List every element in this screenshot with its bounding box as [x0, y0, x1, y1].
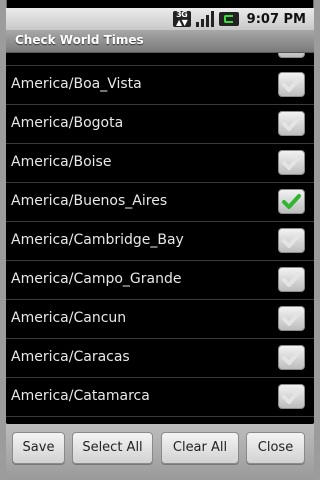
timezone-list[interactable]: America/Boa_Vista America/Bogota America… [6, 53, 314, 423]
clear-all-button[interactable]: Clear All [161, 432, 239, 464]
close-button[interactable]: Close [246, 432, 305, 464]
list-item-label: America/Cambridge_Bay [11, 232, 184, 248]
app-title: Check World Times [15, 33, 144, 47]
checkbox[interactable] [278, 150, 305, 175]
status-icons: 3G ▲▼ 9:07 PM [172, 10, 306, 28]
checkmark-icon [282, 311, 301, 326]
checkmark-icon [282, 350, 301, 365]
checkbox[interactable] [278, 345, 305, 370]
checkbox[interactable] [278, 111, 305, 136]
checkmark-icon [282, 155, 301, 170]
list-item-label: America/Bogota [11, 115, 124, 131]
device-frame-right [313, 0, 320, 480]
checkbox-icon [278, 53, 305, 58]
checkbox[interactable] [278, 267, 305, 292]
list-item-label: America/Boise [11, 154, 112, 170]
list-item[interactable]: America/Caracas [6, 339, 314, 378]
list-item[interactable]: America/Buenos_Aires [6, 183, 314, 222]
list-item-label: America/Boa_Vista [11, 76, 142, 92]
list-item[interactable]: America/Bogota [6, 105, 314, 144]
list-item[interactable]: America/Campo_Grande [6, 261, 314, 300]
checkmark-icon [282, 77, 301, 92]
list-item-label: America/Cancun [11, 310, 127, 326]
list-item[interactable]: America/Boise [6, 144, 314, 183]
list-item-label: America/Catamarca [11, 388, 150, 404]
list-item[interactable]: America/Cancun [6, 300, 314, 339]
network-3g-icon: 3G ▲▼ [172, 10, 191, 27]
select-all-button[interactable]: Select All [72, 432, 153, 464]
checkmark-icon [282, 116, 301, 131]
save-button[interactable]: Save [12, 432, 65, 464]
checkmark-icon [282, 389, 301, 404]
title-bar: Check World Times [6, 30, 314, 53]
list-item[interactable]: America/Catamarca [6, 378, 314, 417]
network-type-label: 3G [176, 10, 188, 19]
list-item-label: America/Campo_Grande [11, 271, 182, 287]
checkbox[interactable] [278, 72, 305, 97]
list-item[interactable]: America/Cambridge_Bay [6, 222, 314, 261]
checkbox[interactable] [278, 384, 305, 409]
checkbox[interactable] [278, 228, 305, 253]
checkmark-icon [282, 272, 301, 287]
status-clock: 9:07 PM [246, 11, 306, 27]
status-bar: 3G ▲▼ 9:07 PM [6, 8, 314, 30]
checkmark-icon [282, 194, 301, 209]
checkmark-icon [282, 233, 301, 248]
list-item-label: America/Caracas [11, 349, 130, 365]
button-bar: Save Select All Clear All Close [6, 424, 314, 480]
checkbox[interactable] [278, 306, 305, 331]
checkbox-checked[interactable] [278, 189, 305, 214]
list-item-label: America/Buenos_Aires [11, 193, 168, 209]
list-item-partial [6, 53, 314, 66]
battery-icon [218, 12, 239, 26]
list-item[interactable]: America/Boa_Vista [6, 66, 314, 105]
signal-icon [195, 11, 215, 27]
